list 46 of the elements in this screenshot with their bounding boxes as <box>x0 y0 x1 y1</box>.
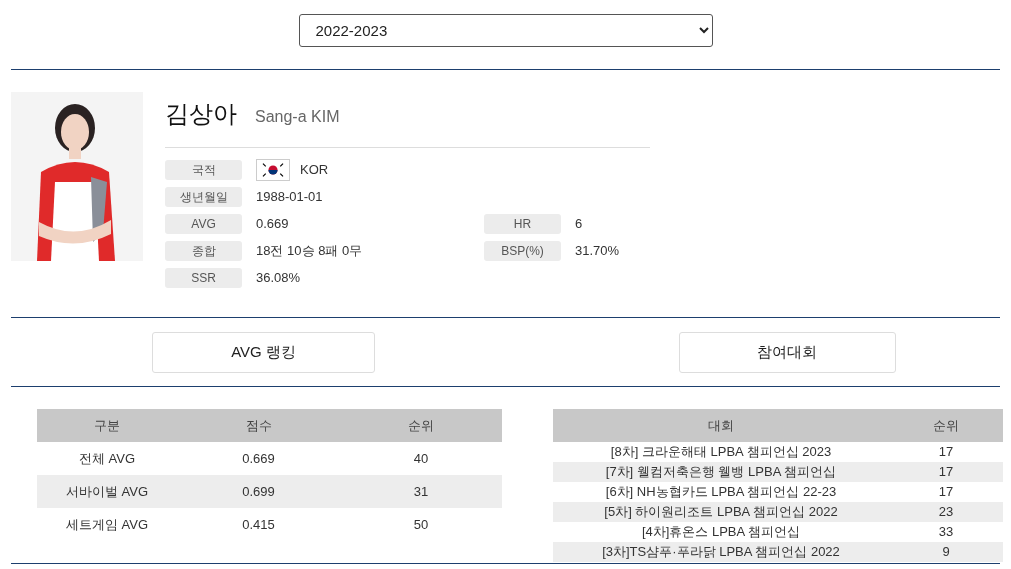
info-label: HR <box>484 214 561 234</box>
tournament-name: [7차] 웰컴저축은행 웰뱅 LPBA 챔피언십 <box>604 463 838 481</box>
info-value: 1988-01-01 <box>256 188 323 207</box>
table-cell-text: 50 <box>412 515 430 534</box>
column-header: 대회 <box>707 416 735 435</box>
info-label: SSR <box>165 268 242 288</box>
table-cell-text: 0.699 <box>241 482 276 501</box>
table-cell-text: 0.669 <box>241 449 276 468</box>
table-cell-text: 세트게임 AVG <box>64 515 150 534</box>
tournament-name: [3차]TS샴푸·푸라닭 LPBA 챔피언십 2022 <box>601 543 841 561</box>
info-label: 종합 <box>165 241 242 261</box>
season-select[interactable]: 2022-2023 <box>298 14 713 47</box>
tournament-name: [4차]휴온스 LPBA 챔피언십 <box>640 523 802 541</box>
column-header: 구분 <box>93 416 121 435</box>
player-name: 김상아 <box>165 99 237 129</box>
tournament-name: [8차] 크라운해태 LPBA 챔피언십 2023 <box>609 443 833 461</box>
table-cell-text: 33 <box>937 523 955 542</box>
tournament-name: [5차] 하이원리조트 LPBA 챔피언십 2022 <box>603 503 839 521</box>
table-cell-text: 17 <box>937 483 955 502</box>
table-cell-text: 40 <box>412 449 430 468</box>
player-english-name: Sang-a KIM <box>255 107 340 127</box>
table-cell-text: 0.415 <box>241 515 276 534</box>
tournament-name: [6차] NH농협카드 LPBA 챔피언십 22-23 <box>604 483 838 501</box>
column-header: 순위 <box>407 416 435 435</box>
info-label: AVG <box>165 214 242 234</box>
info-value: KOR <box>300 161 329 180</box>
table-cell-text: 23 <box>937 503 955 522</box>
info-value: 31.70% <box>575 242 620 261</box>
table-cell-text: 17 <box>937 463 955 482</box>
info-label: BSP(%) <box>484 241 561 261</box>
info-value: 0.669 <box>256 215 289 234</box>
table-cell-text: 17 <box>937 443 955 462</box>
table-cell-text: 전체 AVG <box>77 449 137 468</box>
info-value: 6 <box>575 215 583 234</box>
table-cell-text: 31 <box>412 482 430 501</box>
info-value: 36.08% <box>256 269 301 288</box>
table-cell-text: 9 <box>941 543 951 562</box>
flag-icon <box>256 159 290 181</box>
column-header: 점수 <box>244 416 273 435</box>
column-header: 순위 <box>932 416 960 435</box>
info-value: 18전 10승 8패 0무 <box>256 242 363 261</box>
tournaments-button[interactable]: 참여대회 <box>678 331 896 373</box>
table-cell-text: 서바이벌 AVG <box>64 482 150 501</box>
info-label: 생년월일 <box>165 187 242 207</box>
avg-ranking-button[interactable]: AVG 랭킹 <box>152 331 375 373</box>
info-label: 국적 <box>165 160 242 180</box>
